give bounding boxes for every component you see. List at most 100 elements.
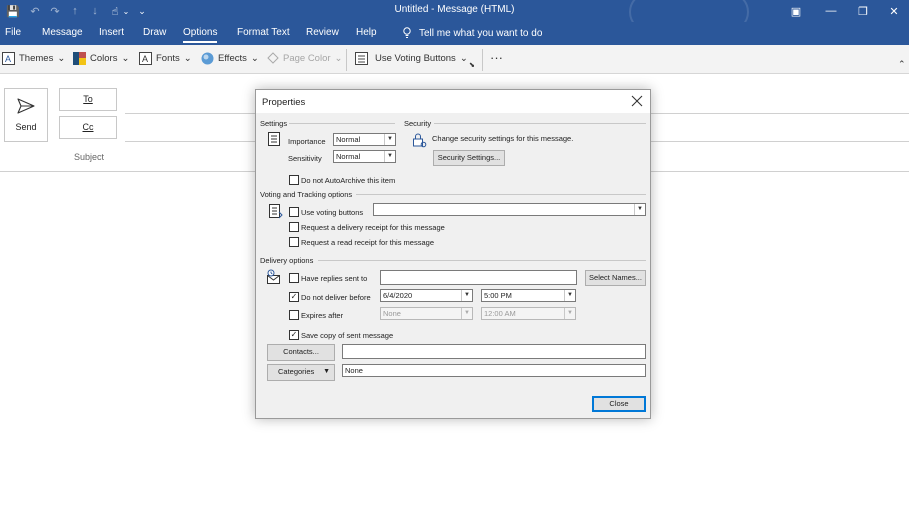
replies-to-input[interactable] [380,270,577,285]
no-deliver-before-label: Do not deliver before [301,293,371,302]
ribbon-display-options-icon[interactable]: ▣ [781,2,811,20]
send-label: Send [15,122,37,132]
chevron-down-icon: ▼ [461,308,472,319]
select-names-button[interactable]: Select Names... [585,270,646,286]
chevron-down-icon: ⌄ [250,53,259,64]
page-color-button[interactable]: Page Color ⌄ [266,52,343,65]
categories-value: None [342,364,646,377]
save-icon[interactable]: 💾 [6,4,20,18]
tell-me-search[interactable]: Tell me what you want to do [403,27,542,39]
importance-value: Normal [336,135,361,144]
collapse-ribbon-icon[interactable]: ⌃ [898,59,906,70]
deliver-time-value: 5:00 PM [484,291,512,300]
importance-select[interactable]: Normal ▼ [333,133,396,146]
sensitivity-select[interactable]: Normal ▼ [333,150,396,163]
chevron-down-icon: ▼ [564,308,575,319]
categories-button[interactable]: Categories ▼ [267,364,335,381]
no-autoarchive-checkbox[interactable] [289,175,299,185]
voting-heading: Voting and Tracking options [260,190,353,199]
expire-time-select[interactable]: 12:00 AM ▼ [481,307,576,320]
security-description: Change security settings for this messag… [432,134,574,143]
touch-mode-icon[interactable]: ☝ [108,4,122,18]
deliver-date-value: 6/4/2020 [383,291,413,300]
tab-help[interactable]: Help [356,27,377,38]
use-voting-buttons-label: Use Voting Buttons [375,53,456,64]
close-window-button[interactable]: ✕ [879,2,909,20]
chevron-down-icon: ⌄ [183,53,192,64]
colors-button[interactable]: Colors ⌄ [73,52,129,65]
redo-icon[interactable]: ↷ [48,4,62,18]
sensitivity-label: Sensitivity [288,154,322,163]
subject-label: Subject [74,152,105,162]
expires-after-label: Expires after [301,311,344,320]
cc-button[interactable]: Cc [59,116,117,139]
expire-time-value: 12:00 AM [484,309,516,318]
down-arrow-icon[interactable]: ↓ [89,4,101,18]
paint-bucket-icon [267,52,279,64]
tab-file[interactable]: File [5,27,21,38]
voting-tracking-icon [269,204,283,219]
voting-icon [355,52,368,65]
security-heading: Security [404,119,432,128]
settings-list-icon [268,132,280,146]
colors-icon [73,52,86,65]
touch-mode-dropdown-icon[interactable]: ⌄ [122,4,130,18]
fonts-button[interactable]: A Fonts ⌄ [139,52,192,65]
themes-button[interactable]: A Themes ⌄ [2,52,65,65]
replies-to-checkbox[interactable] [289,273,299,283]
customize-quick-access-icon[interactable]: ⌄ [137,4,147,18]
options-toolbar: A Themes ⌄ Colors ⌄ A Fonts ⌄ Effects ⌄ [0,45,909,74]
delivery-receipt-checkbox[interactable] [289,222,299,232]
chevron-down-icon: ▼ [564,290,575,301]
themes-label: Themes [19,53,54,64]
chevron-down-icon: ⌄ [121,53,130,64]
voting-divider [356,194,646,195]
tab-insert[interactable]: Insert [99,27,124,38]
settings-divider [289,123,395,124]
settings-heading: Settings [260,119,288,128]
effects-label: Effects [218,53,247,64]
undo-icon[interactable]: ↶ [28,4,42,18]
contacts-input[interactable] [342,344,646,359]
effects-button[interactable]: Effects ⌄ [201,52,259,65]
up-arrow-icon[interactable]: ↑ [69,4,81,18]
security-settings-button[interactable]: Security Settings... [433,150,505,166]
save-copy-checkbox[interactable]: ✓ [289,330,299,340]
chevron-down-icon: ⌄ [57,53,66,64]
more-options-button[interactable]: ··· [490,50,503,65]
use-voting-checkbox[interactable] [289,207,299,217]
voting-options-select[interactable]: ▼ [373,203,646,216]
dialog-title: Properties [262,97,306,108]
chevron-down-icon: ▼ [634,204,645,215]
fonts-icon: A [139,52,152,65]
contacts-button[interactable]: Contacts... [267,344,335,361]
delivery-receipt-label: Request a delivery receipt for this mess… [301,223,445,232]
send-button[interactable]: Send [4,88,48,142]
minimize-button[interactable]: — [816,2,846,20]
use-voting-buttons-button[interactable]: Use Voting Buttons ⌄ [355,52,468,65]
tab-message[interactable]: Message [42,27,83,38]
close-icon[interactable] [630,94,644,108]
no-autoarchive-label: Do not AutoArchive this item [301,176,396,185]
expire-date-select[interactable]: None ▼ [380,307,473,320]
tab-review[interactable]: Review [306,27,339,38]
themes-icon: A [2,52,15,65]
close-button[interactable]: Close [592,396,646,412]
caret-down-icon: ▼ [323,368,330,375]
chevron-down-icon: ⌄ [459,53,468,64]
tab-options[interactable]: Options [183,27,218,43]
chevron-down-icon: ▼ [384,134,395,145]
security-divider [434,123,646,124]
deliver-date-select[interactable]: 6/4/2020 ▼ [380,289,473,302]
dialog-launcher-icon[interactable]: ⬊ [469,61,475,69]
expires-after-checkbox[interactable] [289,310,299,320]
read-receipt-checkbox[interactable] [289,237,299,247]
tab-format-text[interactable]: Format Text [237,27,290,38]
to-button[interactable]: To [59,88,117,111]
delivery-heading: Delivery options [260,256,314,265]
restore-button[interactable]: ❐ [848,2,878,20]
save-copy-label: Save copy of sent message [301,331,394,340]
tab-draw[interactable]: Draw [143,27,166,38]
deliver-time-select[interactable]: 5:00 PM ▼ [481,289,576,302]
no-deliver-before-checkbox[interactable]: ✓ [289,292,299,302]
